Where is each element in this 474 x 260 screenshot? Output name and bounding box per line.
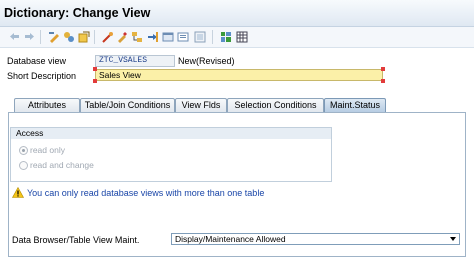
tab-view-flds[interactable]: View Flds [175,98,227,112]
technical-settings-icon[interactable] [193,30,206,43]
radio-read-and-change[interactable]: read and change [19,160,94,170]
radio-label: read only [30,145,65,155]
access-group-title: Access [11,128,331,139]
toolbar-separator [40,30,41,44]
access-group: Access read only read and change [10,127,332,182]
table-contents-icon[interactable] [219,30,232,43]
window-title: Dictionary: Change View [4,6,151,20]
information-icon[interactable] [176,30,189,43]
other-object-icon[interactable] [62,30,75,43]
radio-label: read and change [30,160,94,170]
toolbar-separator [212,30,213,44]
back-arrow-icon[interactable] [8,30,21,43]
database-view-field: ZTC_VSALES [95,55,175,67]
application-toolbar [0,27,474,48]
tab-maint-status[interactable]: Maint.Status [324,98,386,112]
selection-handle [381,79,385,83]
tab-table-join-conditions[interactable]: Table/Join Conditions [80,98,175,112]
activate-icon[interactable] [100,30,113,43]
database-view-label: Database view [7,56,67,66]
short-description-label: Short Description [7,71,77,81]
table-grid-icon[interactable] [235,30,248,43]
short-description-input[interactable]: Sales View [95,69,383,81]
maintenance-select[interactable]: Display/Maintenance Allowed [171,233,460,245]
radio-button[interactable] [19,160,28,170]
maintenance-label: Data Browser/Table View Maint. [12,235,140,245]
title-bar: Dictionary: Change View [0,0,474,27]
warning-icon [12,187,24,198]
selection-handle [381,67,385,71]
forward-arrow-icon[interactable] [23,30,36,43]
chevron-down-icon[interactable] [450,237,456,241]
selection-handle [93,67,97,71]
radio-button-selected[interactable] [19,145,28,155]
tab-attributes[interactable]: Attributes [14,98,80,112]
selection-handle [93,79,97,83]
view-status: New(Revised) [178,56,235,66]
window-icon[interactable] [161,30,174,43]
display-object-list-icon[interactable] [146,30,159,43]
toolbar-separator [94,30,95,44]
info-message-text: You can only read database views with mo… [27,187,265,198]
check-icon[interactable] [77,30,90,43]
where-used-icon[interactable] [115,30,128,43]
tab-selection-conditions[interactable]: Selection Conditions [227,98,324,112]
maintenance-select-value: Display/Maintenance Allowed [175,234,286,244]
info-message: You can only read database views with mo… [12,187,264,198]
display-change-icon[interactable] [47,30,60,43]
radio-read-only[interactable]: read only [19,145,65,155]
hierarchy-icon[interactable] [130,30,143,43]
